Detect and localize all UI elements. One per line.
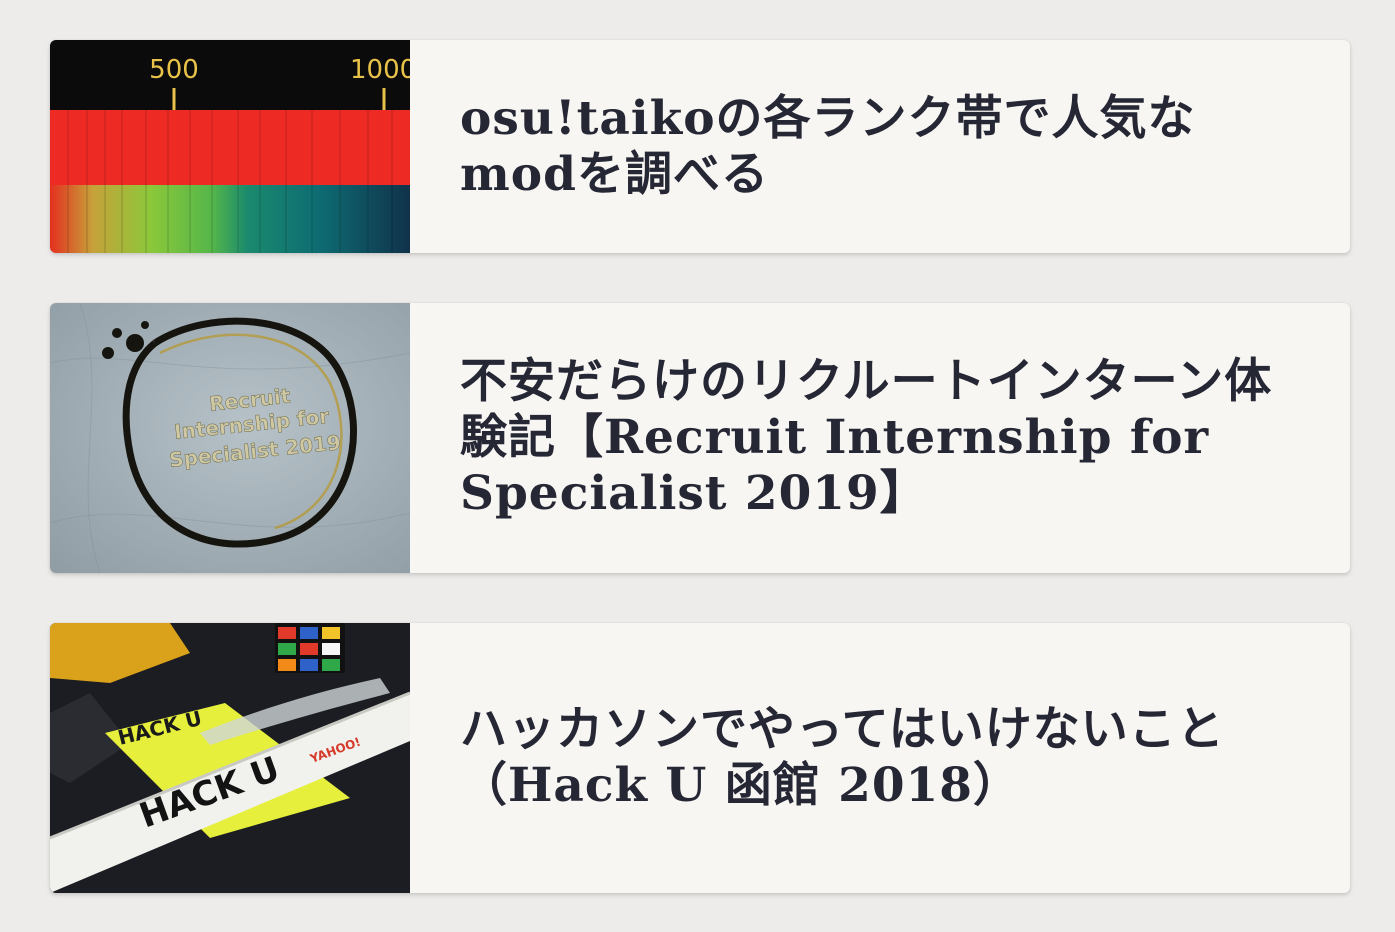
bag-print-thumbnail-image: Recruit Internship for Specialist 2019: [50, 303, 410, 573]
post-title-wrap: 不安だらけのリクルートインターン体験記【Recruit Internship f…: [410, 303, 1350, 573]
post-thumbnail[interactable]: 500 1000: [50, 40, 410, 253]
post-title-wrap: osu!taikoの各ランク帯で人気なmodを調べる: [410, 40, 1350, 253]
post-title[interactable]: 不安だらけのリクルートインターン体験記【Recruit Internship f…: [460, 354, 1280, 522]
post-title-wrap: ハッカソンでやってはいけないこと（Hack U 函館 2018）: [410, 623, 1350, 893]
post-title[interactable]: ハッカソンでやってはいけないこと（Hack U 函館 2018）: [460, 702, 1280, 814]
post-thumbnail[interactable]: HACK U HACK U YAHOO!: [50, 623, 410, 893]
post-card-osu-taiko[interactable]: 500 1000 osu!taikoの各ランク帯で人気なmodを調べる: [50, 40, 1350, 253]
chart-thumbnail-image: 500 1000: [50, 40, 410, 253]
post-card-hack-u[interactable]: HACK U HACK U YAHOO! ハッカソンでやってはいけないこと（Ha…: [50, 623, 1350, 893]
tick-label-1000: 1000: [350, 55, 410, 85]
post-thumbnail[interactable]: Recruit Internship for Specialist 2019: [50, 303, 410, 573]
hack-u-pen-thumbnail-image: HACK U HACK U YAHOO!: [50, 623, 410, 893]
tick-label-500: 500: [149, 55, 199, 85]
post-card-recruit-internship[interactable]: Recruit Internship for Specialist 2019 不…: [50, 303, 1350, 573]
post-title[interactable]: osu!taikoの各ランク帯で人気なmodを調べる: [460, 91, 1280, 203]
